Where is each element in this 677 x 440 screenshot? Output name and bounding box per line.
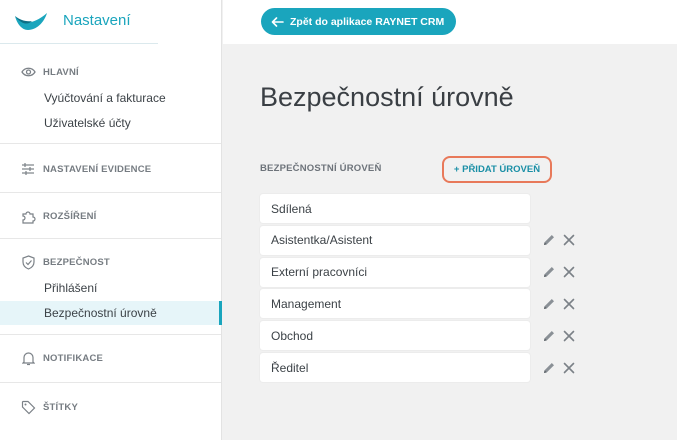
delete-close-icon[interactable] — [561, 232, 577, 248]
tag-icon — [20, 399, 36, 415]
section-label: ROZŠÍŘENÍ — [43, 210, 97, 222]
level-row[interactable]: Ředitel — [260, 353, 530, 382]
sidebar-item-user-accounts[interactable]: Uživatelské účty — [0, 111, 221, 135]
page-title: Bezpečnostní úrovně — [260, 82, 514, 112]
level-actions — [541, 232, 577, 248]
level-row[interactable]: Externí pracovníci — [260, 257, 530, 287]
add-level-button[interactable]: + PŘIDAT ÚROVEŇ — [442, 156, 552, 183]
raynet-logo-icon — [15, 13, 47, 30]
puzzle-icon — [20, 208, 36, 224]
section-label: ŠTÍTKY — [43, 401, 78, 413]
back-button-label: Zpět do aplikace RAYNET CRM — [290, 15, 445, 28]
sidebar-item-security-levels[interactable]: Bezpečnostní úrovně — [0, 301, 222, 325]
level-row[interactable]: Obchod — [260, 321, 530, 351]
level-row[interactable]: Sdílená — [260, 194, 530, 223]
edit-pencil-icon[interactable] — [541, 232, 557, 248]
level-name: Asistentka/Asistent — [271, 233, 373, 248]
edit-pencil-icon[interactable] — [541, 264, 557, 280]
delete-close-icon[interactable] — [561, 360, 577, 376]
level-name: Sdílená — [271, 201, 312, 216]
section-hlavni[interactable]: HLAVNÍ — [20, 63, 79, 81]
delete-close-icon[interactable] — [561, 328, 577, 344]
sidebar-item-login[interactable]: Přihlášení — [0, 276, 221, 300]
section-label: NOTIFIKACE — [43, 352, 104, 364]
bell-icon — [20, 350, 36, 366]
edit-pencil-icon[interactable] — [541, 296, 557, 312]
active-indicator — [219, 301, 222, 325]
divider — [0, 192, 221, 193]
back-to-app-button[interactable]: Zpět do aplikace RAYNET CRM — [261, 8, 457, 35]
sidebar: Nastavení HLAVNÍ Vyúčtování a fakturace … — [0, 0, 222, 440]
level-name: Obchod — [271, 328, 314, 343]
section-rozsireni[interactable]: ROZŠÍŘENÍ — [20, 207, 97, 225]
arrow-left-icon — [271, 16, 284, 27]
divider — [0, 238, 221, 239]
section-stitky[interactable]: ŠTÍTKY — [20, 398, 78, 416]
level-actions — [541, 360, 577, 376]
sliders-icon — [20, 161, 36, 177]
section-notifikace[interactable]: NOTIFIKACE — [20, 349, 103, 367]
level-row[interactable]: Asistentka/Asistent — [260, 225, 530, 255]
section-label: NASTAVENÍ EVIDENCE — [43, 163, 152, 175]
divider — [0, 143, 221, 144]
level-row[interactable]: Management — [260, 289, 530, 319]
section-label: HLAVNÍ — [43, 66, 79, 78]
eye-icon — [20, 64, 36, 80]
divider — [0, 382, 221, 383]
section-bezpecnost[interactable]: BEZPEČNOST — [20, 253, 110, 271]
level-actions — [541, 296, 577, 312]
level-actions — [541, 264, 577, 280]
list-header: BEZPEČNOSTNÍ ÚROVEŇ — [260, 163, 382, 174]
brand: Nastavení — [0, 0, 222, 44]
level-name: Ředitel — [271, 360, 309, 375]
edit-pencil-icon[interactable] — [541, 360, 557, 376]
level-name: Externí pracovníci — [271, 265, 368, 280]
divider — [0, 43, 158, 44]
app-title: Nastavení — [63, 12, 131, 29]
delete-close-icon[interactable] — [561, 264, 577, 280]
delete-close-icon[interactable] — [561, 296, 577, 312]
section-nastaveni-evidence[interactable]: NASTAVENÍ EVIDENCE — [20, 160, 151, 178]
divider — [0, 334, 221, 335]
topbar: Zpět do aplikace RAYNET CRM — [223, 0, 677, 44]
sidebar-item-label: Bezpečnostní úrovně — [44, 306, 157, 320]
section-label: BEZPEČNOST — [43, 256, 110, 268]
edit-pencil-icon[interactable] — [541, 328, 557, 344]
sidebar-item-billing[interactable]: Vyúčtování a fakturace — [0, 86, 221, 110]
shield-icon — [20, 254, 36, 270]
level-actions — [541, 328, 577, 344]
level-name: Management — [271, 296, 342, 311]
